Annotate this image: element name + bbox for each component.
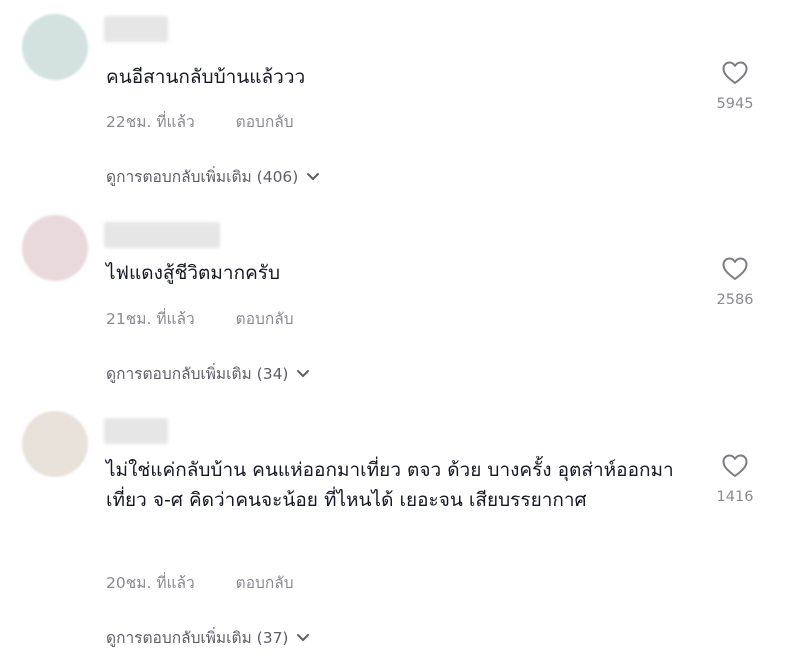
- like-control: 1416: [705, 453, 765, 505]
- username-blurred[interactable]: [104, 222, 220, 248]
- comment-text: ไฟแดงสู้ชีวิตมากครับ: [106, 262, 281, 284]
- comment-meta: 21ชม. ที่แล้ว ตอบกลับ: [106, 306, 294, 331]
- avatar[interactable]: [22, 14, 88, 80]
- comment-time: 22ชม. ที่แล้ว: [106, 113, 195, 131]
- heart-icon[interactable]: [721, 453, 749, 479]
- like-control: 5945: [705, 60, 765, 112]
- chevron-down-icon: [307, 173, 320, 180]
- avatar[interactable]: [22, 215, 88, 281]
- like-count: 2586: [716, 292, 754, 308]
- comment-meta: 22ชม. ที่แล้ว ตอบกลับ: [106, 109, 294, 134]
- like-count: 1416: [716, 489, 754, 505]
- like-control: 2586: [705, 256, 765, 308]
- heart-icon[interactable]: [721, 60, 749, 86]
- reply-button[interactable]: ตอบกลับ: [236, 113, 294, 131]
- view-more-replies-button[interactable]: ดูการตอบกลับเพิ่มเติม (34): [106, 361, 310, 386]
- chevron-down-icon: [297, 634, 310, 641]
- chevron-down-icon: [297, 370, 310, 377]
- view-more-replies-label: ดูการตอบกลับเพิ่มเติม (34): [106, 365, 289, 383]
- username-blurred[interactable]: [104, 418, 168, 444]
- comment-time: 20ชม. ที่แล้ว: [106, 574, 195, 592]
- heart-icon[interactable]: [721, 256, 749, 282]
- view-more-replies-label: ดูการตอบกลับเพิ่มเติม (406): [106, 168, 299, 186]
- view-more-replies-button[interactable]: ดูการตอบกลับเพิ่มเติม (406): [106, 164, 320, 189]
- comment-text: ไม่ใช่แค่กลับบ้าน คนแห่ออกมาเที่ยว ตจว ด…: [106, 459, 674, 511]
- like-count: 5945: [716, 96, 754, 112]
- comment-text: คนอีสานกลับบ้านแล้ววว: [106, 66, 306, 88]
- comment-meta: 20ชม. ที่แล้ว ตอบกลับ: [106, 570, 294, 595]
- avatar[interactable]: [22, 411, 88, 477]
- reply-button[interactable]: ตอบกลับ: [236, 574, 294, 592]
- comment-time: 21ชม. ที่แล้ว: [106, 310, 195, 328]
- username-blurred[interactable]: [104, 16, 168, 42]
- reply-button[interactable]: ตอบกลับ: [236, 310, 294, 328]
- view-more-replies-button[interactable]: ดูการตอบกลับเพิ่มเติม (37): [106, 625, 310, 650]
- view-more-replies-label: ดูการตอบกลับเพิ่มเติม (37): [106, 629, 289, 647]
